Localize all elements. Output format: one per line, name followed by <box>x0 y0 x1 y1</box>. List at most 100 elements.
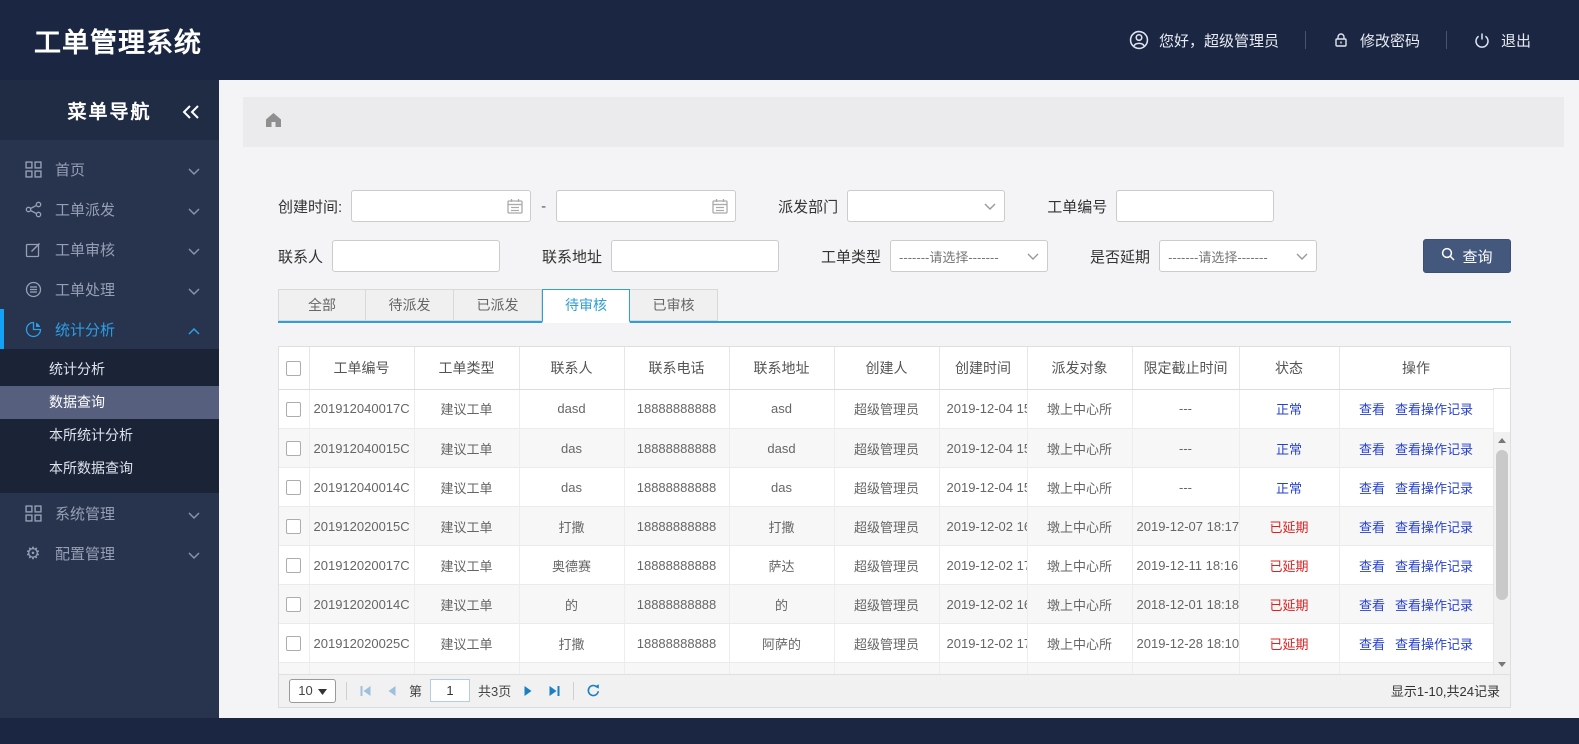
sidebar-item-system[interactable]: 系统管理 <box>0 493 219 533</box>
header-scroll-stub <box>1493 347 1510 389</box>
sidebar-item-process[interactable]: 工单处理 <box>0 269 219 309</box>
order-no-input[interactable] <box>1116 190 1275 222</box>
order-type-select[interactable]: -------请选择------- <box>890 240 1049 272</box>
row-checkbox[interactable] <box>286 441 302 457</box>
view-log-link[interactable]: 查看操作记录 <box>1395 559 1473 574</box>
scroll-down-icon[interactable] <box>1494 657 1510 673</box>
scrollbar-thumb[interactable] <box>1496 449 1508 600</box>
view-link[interactable]: 查看 <box>1359 442 1385 457</box>
select-all-checkbox[interactable] <box>286 361 302 377</box>
logout-button[interactable]: 退出 <box>1447 30 1557 51</box>
chevron-down-icon <box>188 243 200 260</box>
grid-icon <box>23 160 43 178</box>
row-checkbox[interactable] <box>286 401 302 417</box>
col-order-no: 工单编号 <box>309 347 415 390</box>
squares-icon <box>23 504 43 522</box>
chevron-down-icon <box>188 547 200 564</box>
search-button[interactable]: 查询 <box>1423 239 1511 273</box>
pagination-divider <box>346 681 347 700</box>
sidebar-item-home[interactable]: 首页 <box>0 149 219 189</box>
user-greeting[interactable]: 您好，超级管理员 <box>1103 30 1305 51</box>
sidebar-item-statistics[interactable]: 统计分析 <box>0 309 219 349</box>
view-link[interactable]: 查看 <box>1359 520 1385 535</box>
table-row: 201912020025C 建议工单 打撒 18888888888 阿萨的 超级… <box>279 623 1494 663</box>
view-log-link[interactable]: 查看操作记录 <box>1395 481 1473 496</box>
pie-chart-icon <box>23 321 43 338</box>
sidebar: 菜单导航 首页 工单派发 工单审核 工单处理 统计分析 统计分析 数据查询 本所… <box>0 80 219 718</box>
contact-label: 联系人 <box>278 248 324 266</box>
view-log-link[interactable]: 查看操作记录 <box>1395 402 1473 417</box>
calendar-icon[interactable] <box>712 198 728 214</box>
next-page-button[interactable] <box>519 682 537 700</box>
statistics-submenu: 统计分析 数据查询 本所统计分析 本所数据查询 <box>0 349 219 493</box>
sidebar-subitem-local-data-query[interactable]: 本所数据查询 <box>0 452 219 485</box>
last-page-button[interactable] <box>545 682 563 700</box>
page-size-select[interactable]: 10 <box>289 678 336 703</box>
main-content: 创建时间: - 派发部门 工单编号 联系人 联系地址 工单类型 -------请… <box>219 80 1579 718</box>
col-order-type: 工单类型 <box>414 347 520 390</box>
pagination-divider <box>573 681 575 700</box>
page-number-input[interactable] <box>430 679 471 702</box>
row-checkbox[interactable] <box>286 480 302 496</box>
tab-to-dispatch[interactable]: 待派发 <box>366 289 454 321</box>
row-checkbox[interactable] <box>286 519 302 535</box>
tab-reviewed[interactable]: 已审核 <box>630 289 718 321</box>
row-checkbox[interactable] <box>286 558 302 574</box>
view-log-link[interactable]: 查看操作记录 <box>1395 442 1473 457</box>
table-row-partial <box>279 662 1494 674</box>
status-badge: 已延期 <box>1239 584 1340 624</box>
edit-icon <box>23 241 43 258</box>
row-checkbox[interactable] <box>286 597 302 613</box>
col-create-time: 创建时间 <box>939 347 1028 390</box>
sidebar-subitem-data-query[interactable]: 数据查询 <box>0 386 219 419</box>
tab-pending-review[interactable]: 待审核 <box>542 289 630 323</box>
col-deadline: 限定截止时间 <box>1132 347 1240 390</box>
power-icon <box>1473 31 1491 49</box>
row-checkbox[interactable] <box>286 636 302 652</box>
collapse-sidebar-icon[interactable] <box>181 103 201 125</box>
search-button-label: 查询 <box>1462 248 1493 266</box>
contact-addr-input[interactable] <box>611 240 780 272</box>
order-no-label: 工单编号 <box>1047 198 1108 216</box>
dispatch-dept-select[interactable] <box>847 190 1006 222</box>
col-status: 状态 <box>1239 347 1340 390</box>
tab-all[interactable]: 全部 <box>278 289 366 321</box>
page-label-prefix: 第 <box>409 684 423 699</box>
view-link[interactable]: 查看 <box>1359 481 1385 496</box>
sidebar-subitem-local-statistics[interactable]: 本所统计分析 <box>0 419 219 452</box>
date-range-separator: - <box>541 197 547 215</box>
view-link[interactable]: 查看 <box>1359 559 1385 574</box>
view-log-link[interactable]: 查看操作记录 <box>1395 520 1473 535</box>
col-creator: 创建人 <box>834 347 940 390</box>
chevron-down-icon <box>188 203 200 220</box>
first-page-button[interactable] <box>357 682 375 700</box>
home-icon[interactable] <box>264 111 283 134</box>
user-greeting-label: 您好，超级管理员 <box>1158 32 1279 50</box>
refresh-icon[interactable] <box>584 682 602 700</box>
create-time-start-input[interactable] <box>351 190 532 222</box>
sidebar-item-dispatch[interactable]: 工单派发 <box>0 189 219 229</box>
create-time-end-input[interactable] <box>556 190 737 222</box>
view-link[interactable]: 查看 <box>1359 637 1385 652</box>
view-link[interactable]: 查看 <box>1359 598 1385 613</box>
gear-icon: ⚙ <box>25 543 41 563</box>
table-row: 201912040017C 建议工单 dasd 18888888888 asd … <box>279 389 1494 429</box>
is-delayed-select[interactable]: -------请选择------- <box>1159 240 1318 272</box>
table-row: 201912040014C 建议工单 das 18888888888 das 超… <box>279 467 1494 507</box>
table-scrollbar[interactable] <box>1493 431 1510 674</box>
contact-input[interactable] <box>332 240 501 272</box>
sidebar-item-config[interactable]: ⚙ 配置管理 <box>0 533 219 573</box>
record-summary: 显示1-10,共24记录 <box>1390 684 1500 699</box>
change-password-button[interactable]: 修改密码 <box>1306 30 1446 51</box>
scroll-up-icon[interactable] <box>1494 433 1510 449</box>
search-icon <box>1441 247 1456 265</box>
view-log-link[interactable]: 查看操作记录 <box>1395 598 1473 613</box>
tab-dispatched[interactable]: 已派发 <box>454 289 542 321</box>
col-address: 联系地址 <box>729 347 835 390</box>
view-log-link[interactable]: 查看操作记录 <box>1395 637 1473 652</box>
calendar-icon[interactable] <box>507 198 523 214</box>
prev-page-button[interactable] <box>383 682 401 700</box>
sidebar-subitem-statistics[interactable]: 统计分析 <box>0 353 219 386</box>
sidebar-item-review[interactable]: 工单审核 <box>0 229 219 269</box>
view-link[interactable]: 查看 <box>1359 402 1385 417</box>
